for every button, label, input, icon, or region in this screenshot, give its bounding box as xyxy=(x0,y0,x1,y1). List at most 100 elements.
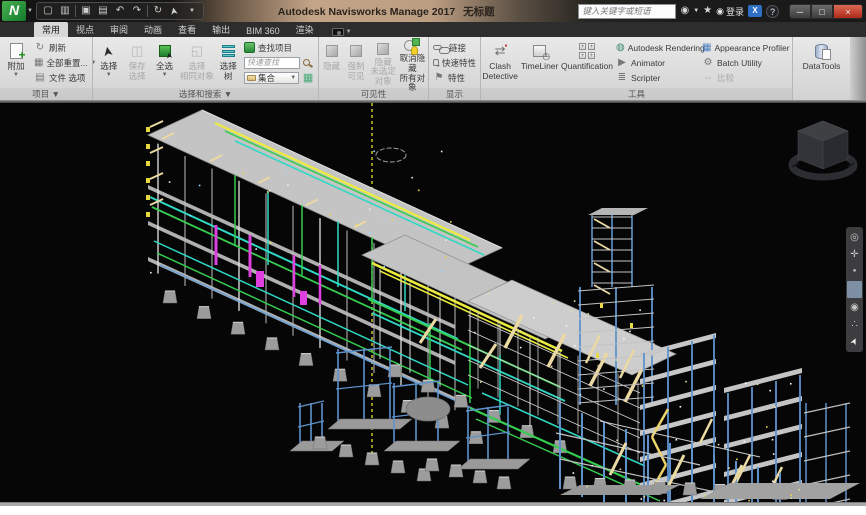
sign-in-label: 登录 xyxy=(726,5,744,18)
require-label: 强制可见 xyxy=(343,62,368,82)
compare-button[interactable]: ⇔ 比较 xyxy=(699,70,791,85)
help-icon[interactable]: ? xyxy=(766,5,779,18)
select-label: 选择 xyxy=(100,62,117,72)
group-tools: ⇄ Clash Detective TimeLiner ++++ Quantif… xyxy=(480,37,792,100)
hide-button[interactable]: 隐藏 xyxy=(320,38,343,87)
quantification-button[interactable]: ++++ Quantification xyxy=(561,38,613,87)
window-bottom-strip xyxy=(0,502,866,506)
favorites-star-icon[interactable]: ★ xyxy=(703,4,712,18)
manage-sets-icon[interactable]: ▦ xyxy=(302,72,314,84)
unhide-all-label-1: 取消隐藏 xyxy=(398,54,427,74)
hide-unselected-button[interactable]: 隐藏 未选定对象 xyxy=(369,38,398,87)
pan-icon[interactable]: ✛ xyxy=(847,247,862,262)
refresh-icon[interactable]: ↻ xyxy=(150,3,166,19)
datatools-button[interactable]: DataTools xyxy=(795,38,849,87)
window-title: Autodesk Navisworks Manage 2017无标题 xyxy=(204,4,579,19)
tab-output[interactable]: 输出 xyxy=(204,22,238,37)
redo-icon[interactable]: ↷ xyxy=(129,3,145,19)
save-selection-button[interactable]: ◫ 保存 选择 xyxy=(123,38,150,87)
infocenter-search-input[interactable] xyxy=(578,4,676,19)
group-label-visibility: 可见性 xyxy=(319,88,428,100)
require-button[interactable]: 强制可见 xyxy=(343,38,368,87)
animator-button[interactable]: ▶ Animator xyxy=(613,55,699,70)
refresh-icon: ↻ xyxy=(34,42,46,54)
maximize-button[interactable]: □ xyxy=(811,4,833,19)
search-dropdown-icon[interactable]: ▼ xyxy=(693,4,699,18)
find-items-button[interactable]: 查找项目 xyxy=(241,40,317,55)
print-icon[interactable]: ▤ xyxy=(95,3,111,19)
scripter-button[interactable]: ≣ Scripter xyxy=(613,70,699,85)
refresh-button[interactable]: ↻ 刷新 xyxy=(31,40,91,55)
save-selection-label-2: 选择 xyxy=(129,72,146,82)
tab-bim360[interactable]: BIM 360 xyxy=(238,25,288,37)
hide-unselected-label-2: 未选定对象 xyxy=(369,67,398,87)
tab-home[interactable]: 常用 xyxy=(34,22,68,37)
quick-properties-button[interactable]: 快速特性 xyxy=(430,55,479,70)
quick-find-input[interactable] xyxy=(244,57,300,69)
ribbon-home-panel: 附加 ▼ ↻ 刷新 ▦ 全部重置... ▼ ▤ 文件 选项 xyxy=(0,37,866,100)
reset-all-button[interactable]: ▦ 全部重置... ▼ xyxy=(31,55,91,70)
render-in-cloud-button[interactable]: ▼ xyxy=(332,28,352,37)
orbit-tool-active[interactable] xyxy=(847,281,862,298)
appearance-profiler-button[interactable]: ▦ Appearance Profiler xyxy=(699,40,791,55)
group-datatools: DataTools xyxy=(792,37,850,100)
close-button[interactable]: × xyxy=(833,4,863,19)
tab-viewpoint[interactable]: 视点 xyxy=(68,22,102,37)
selection-tree-label-2: 树 xyxy=(224,72,233,82)
qat-customize-icon[interactable]: ▼ xyxy=(184,3,200,19)
select-all-button[interactable]: 全选 ▼ xyxy=(151,38,178,87)
autodesk-rendering-button[interactable]: ◍ Autodesk Rendering xyxy=(613,40,699,55)
select-same-label-2: 相同对象 xyxy=(180,72,214,82)
find-items-label: 查找项目 xyxy=(258,42,292,54)
infocenter: ◉ ▼ ★ ◉ 登录 X ? xyxy=(578,4,779,19)
tab-render[interactable]: 渲染 xyxy=(288,22,322,37)
steering-wheel-icon[interactable]: ◎ xyxy=(847,230,862,245)
viewport-canvas[interactable]: ◎ ✛ ● ◉ ∴ ➤ xyxy=(0,103,866,502)
batch-utility-icon: ⚙ xyxy=(702,57,714,69)
selection-tree-button[interactable]: 选择 树 xyxy=(216,38,241,87)
select-all-label: 全选 xyxy=(156,62,173,72)
hide-icon xyxy=(326,45,338,57)
file-options-button[interactable]: ▤ 文件 选项 xyxy=(31,70,91,85)
quick-find-search-icon[interactable] xyxy=(303,59,310,66)
attach-button[interactable]: 附加 ▼ xyxy=(1,38,31,87)
search-binoculars-icon[interactable]: ◉ xyxy=(680,4,689,18)
application-menu-arrow-icon[interactable]: ▼ xyxy=(27,8,33,14)
timeliner-button[interactable]: TimeLiner xyxy=(518,38,561,87)
properties-button[interactable]: ⚑ 特性 xyxy=(430,70,479,85)
open-icon[interactable]: ▢ xyxy=(40,3,56,19)
tab-review[interactable]: 审阅 xyxy=(102,22,136,37)
reset-all-icon: ▦ xyxy=(34,57,43,69)
group-label-project[interactable]: 项目 ▼ xyxy=(0,88,92,100)
animator-label: Animator xyxy=(631,58,665,68)
group-label-select-search[interactable]: 选择和搜索 ▼ xyxy=(93,88,318,100)
select-cursor-icon[interactable]: ➤ xyxy=(166,2,185,21)
attach-label: 附加 xyxy=(7,62,24,72)
clash-detective-button[interactable]: ⇄ Clash Detective xyxy=(482,38,518,87)
tab-animation[interactable]: 动画 xyxy=(136,22,170,37)
clash-label-2: Detective xyxy=(482,72,517,82)
exchange-apps-icon[interactable]: X xyxy=(748,5,762,17)
tab-view[interactable]: 查看 xyxy=(170,22,204,37)
select-button[interactable]: ➤ 选择 ▼ xyxy=(94,38,123,87)
sign-in-button[interactable]: ◉ 登录 xyxy=(716,5,744,18)
zoom-icon[interactable]: ● xyxy=(847,264,862,279)
sets-dropdown-icon: ▼ xyxy=(290,75,296,81)
walk-icon[interactable]: ∴ xyxy=(847,317,862,332)
links-button[interactable]: 链接 xyxy=(430,40,479,55)
save-icon[interactable]: ▣ xyxy=(78,3,94,19)
batch-utility-button[interactable]: ⚙ Batch Utility xyxy=(699,55,791,70)
append-icon[interactable]: ▥ xyxy=(57,3,73,19)
unhide-all-button[interactable]: 取消隐藏 所有对象 xyxy=(398,38,427,87)
look-around-icon[interactable]: ◉ xyxy=(847,300,862,315)
links-label: 链接 xyxy=(449,42,466,54)
sets-dropdown[interactable]: 集合 ▼ xyxy=(244,72,299,84)
ribbon-edge-filler xyxy=(850,37,866,100)
scripter-label: Scripter xyxy=(631,73,660,83)
application-menu-button[interactable]: N xyxy=(2,1,26,21)
pointer-icon[interactable]: ➤ xyxy=(845,332,865,352)
view-cube[interactable] xyxy=(786,111,856,181)
minimize-button[interactable]: ─ xyxy=(789,4,811,19)
select-same-button[interactable]: ◱ 选择 相同对象 xyxy=(178,38,215,87)
undo-icon[interactable]: ↶ xyxy=(112,3,128,19)
